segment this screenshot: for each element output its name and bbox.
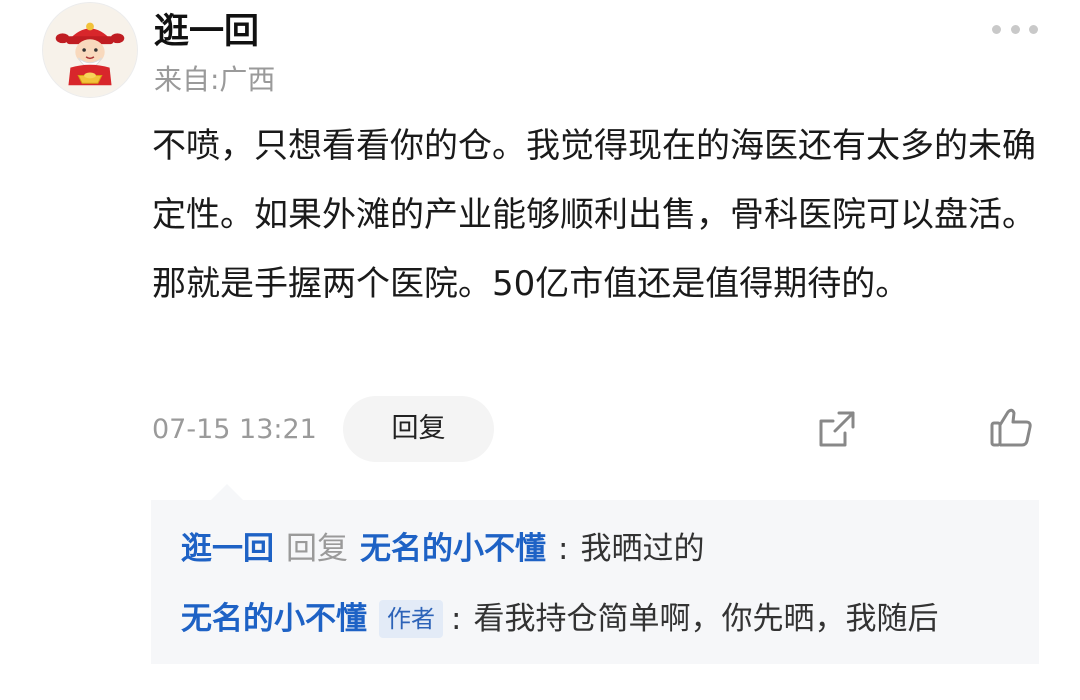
share-icon[interactable] [815,407,859,451]
reply-text: 看我持仓简单啊，你先晒，我随后 [473,601,939,637]
reply-separator: : [558,531,569,567]
caishen-avatar-icon [43,3,137,97]
comment-card: 逛一回 来自:广西 不喷，只想看看你的仓。我觉得现在的海医还有太多的未确定性。如… [0,0,1080,700]
thumbs-up-icon[interactable] [988,404,1034,450]
avatar[interactable] [42,2,138,98]
reply-text: 我晒过的 [580,531,705,567]
replies-box: 逛一回 回复 无名的小不懂 : 我晒过的 无名的小不懂 作者 : 看我持仓简单啊… [151,500,1039,664]
author-badge: 作者 [379,600,443,638]
reply-item: 逛一回 回复 无名的小不懂 : 我晒过的 [181,527,704,571]
reply-item: 无名的小不懂 作者 : 看我持仓简单啊，你先晒，我随后 [181,597,938,641]
reply-box-pointer [211,484,243,500]
reply-target-name[interactable]: 无名的小不懂 [360,527,546,571]
reply-author-name[interactable]: 逛一回 [181,527,274,571]
reply-author-name[interactable]: 无名的小不懂 [181,597,367,641]
reply-word: 回复 [286,531,348,567]
username[interactable]: 逛一回 [154,8,259,56]
comment-timestamp: 07-15 13:21 [152,414,317,445]
reply-separator: : [451,601,462,637]
comment-text: 不喷，只想看看你的仓。我觉得现在的海医还有太多的未确定性。如果外滩的产业能够顺利… [152,126,1036,304]
reply-button[interactable]: 回复 [343,396,494,462]
location-label: 来自:广西 [154,63,276,96]
more-dots-icon[interactable] [992,18,1038,40]
